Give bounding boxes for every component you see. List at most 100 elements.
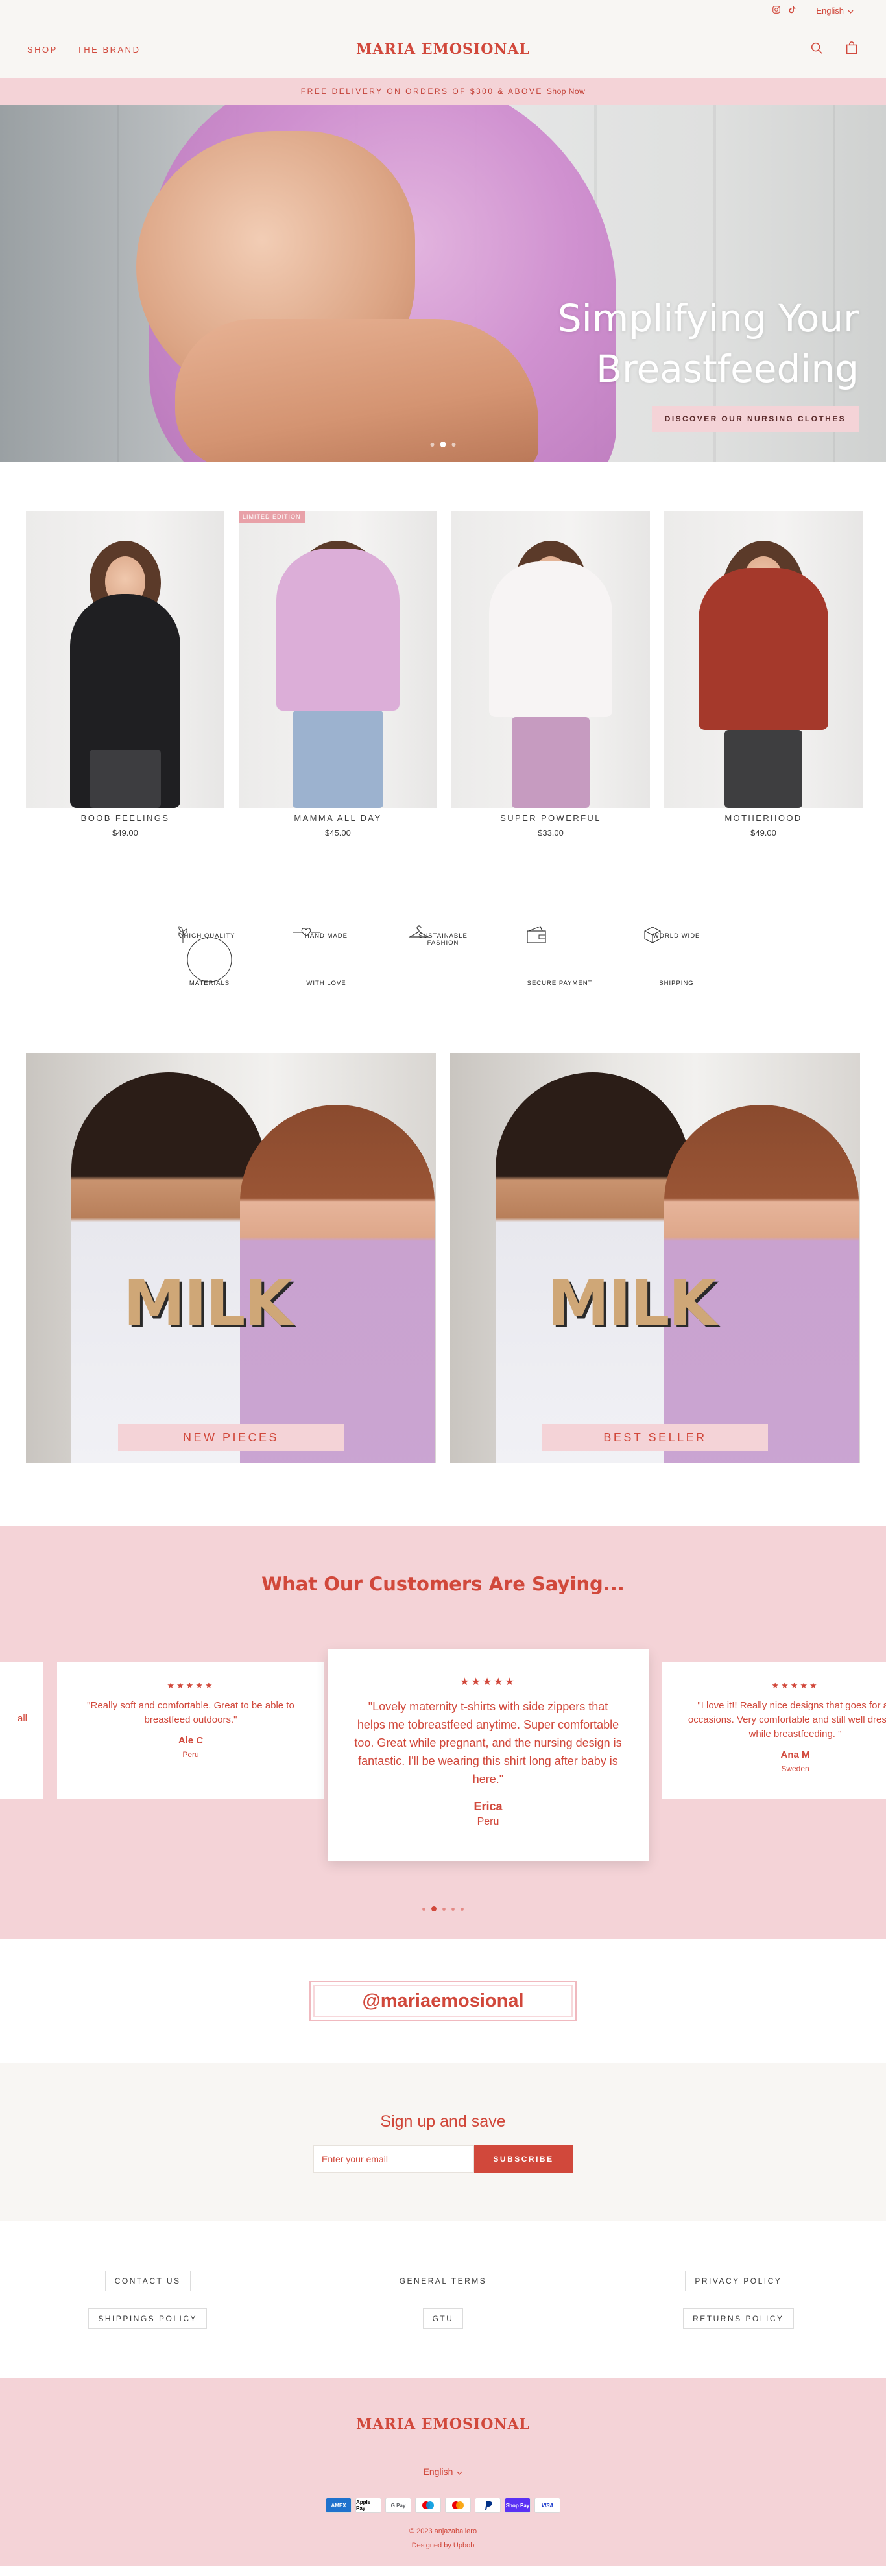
collection-new-pieces[interactable]: MILK NEW PIECES — [26, 1053, 436, 1463]
product-image[interactable] — [26, 511, 224, 808]
testimonials-heading: What Our Customers Are Saying... — [261, 1573, 625, 1595]
collection-button-new-pieces[interactable]: NEW PIECES — [118, 1424, 344, 1451]
feature-world-wide-shipping: WORLD WIDE SHIPPING — [641, 925, 712, 995]
product-title[interactable]: MAMMA ALL DAY — [239, 813, 437, 823]
feature-bottom-text: SECURE PAYMENT — [527, 980, 593, 987]
announcement-text: FREE DELIVERY ON ORDERS OF $300 & ABOVE — [300, 87, 543, 96]
hero-copy: Simplifying Your Breastfeeding DISCOVER … — [558, 293, 859, 432]
footer-link-shippings-policy[interactable]: SHIPPINGS POLICY — [88, 2308, 208, 2329]
product-card[interactable]: LIMITED EDITION MAMMA ALL DAY $45.00 — [239, 511, 437, 838]
utility-bar: English — [0, 0, 886, 21]
nav-shop[interactable]: SHOP — [27, 45, 58, 54]
footer-link-privacy-policy[interactable]: PRIVACY POLICY — [685, 2271, 792, 2291]
slider-dot-active[interactable] — [440, 442, 446, 447]
site-logo[interactable]: MARIA EMOSIONAL — [356, 41, 530, 58]
subscribe-button[interactable]: SUBSCRIBE — [474, 2145, 573, 2173]
footer-link-returns-policy[interactable]: RETURNS POLICY — [683, 2308, 794, 2329]
footer-link-gtu[interactable]: GTU — [422, 2308, 464, 2329]
instagram-icon[interactable] — [772, 5, 781, 16]
apple-pay-icon: Apple Pay — [355, 2498, 381, 2513]
rating-stars: ★★★★★ — [771, 1681, 819, 1690]
designed-by-text[interactable]: Designed by Upbob — [412, 2542, 475, 2549]
testimonial-card: ★★★★★ "Really soft and comfortable. Grea… — [57, 1662, 324, 1799]
social-links — [772, 5, 796, 16]
rating-stars: ★★★★★ — [460, 1677, 516, 1688]
testimonial-name: Ana M — [780, 1749, 810, 1760]
feature-bottom-text: MATERIALS — [189, 980, 230, 987]
hero-cta-button[interactable]: DISCOVER OUR NURSING CLOTHES — [651, 406, 859, 432]
product-price: $49.00 — [750, 828, 776, 838]
product-price: $45.00 — [325, 828, 351, 838]
hero-title-line2: Breastfeeding — [596, 347, 859, 391]
tiktok-icon[interactable] — [787, 5, 796, 16]
product-title[interactable]: MOTHERHOOD — [664, 813, 863, 823]
collection-button-best-seller[interactable]: BEST SELLER — [542, 1424, 768, 1451]
product-title[interactable]: SUPER POWERFUL — [451, 813, 650, 823]
footer-link-contact-us[interactable]: CONTACT US — [104, 2271, 191, 2291]
feature-sustainable: SUSTAINABLE FASHION — [408, 925, 478, 995]
product-card[interactable]: SUPER POWERFUL $33.00 — [451, 511, 650, 838]
testimonial-quote-fragment: all — [17, 1713, 27, 1724]
mastercard-icon — [445, 2498, 471, 2513]
announcement-link[interactable]: Shop Now — [547, 87, 585, 96]
product-card[interactable]: MOTHERHOOD $49.00 — [664, 511, 863, 838]
testimonial-name: Ale C — [178, 1735, 204, 1746]
testimonial-card-partial: all — [0, 1662, 43, 1799]
carousel-dot[interactable] — [442, 1907, 446, 1911]
testimonial-name: Erica — [473, 1800, 503, 1813]
product-model-leggings — [512, 717, 590, 808]
chevron-down-icon — [457, 2466, 462, 2477]
testimonial-dots — [422, 1906, 464, 1911]
testimonials-section: What Our Customers Are Saying... all ★★★… — [0, 1526, 886, 1939]
testimonial-location: Peru — [182, 1750, 199, 1759]
carousel-dot[interactable] — [461, 1907, 464, 1911]
footer-link-general-terms[interactable]: GENERAL TERMS — [389, 2271, 497, 2291]
announcement-bar: FREE DELIVERY ON ORDERS OF $300 & ABOVE … — [0, 78, 886, 105]
product-card[interactable]: BOOB FEELINGS $49.00 — [26, 511, 224, 838]
feature-high-quality: HIGH QUALITY MATERIALS — [174, 925, 245, 995]
main-nav: SHOP THE BRAND — [27, 45, 140, 54]
site-header: SHOP THE BRAND MARIA EMOSIONAL — [0, 21, 886, 78]
slider-dot[interactable] — [430, 442, 435, 447]
product-model-shorts — [724, 730, 802, 808]
product-title[interactable]: BOOB FEELINGS — [26, 813, 224, 823]
newsletter-title: Sign up and save — [380, 2112, 506, 2131]
shop-pay-icon: Shop Pay — [505, 2498, 531, 2513]
product-model-shorts — [90, 750, 161, 808]
testimonials-carousel[interactable]: all ★★★★★ "Really soft and comfortable. … — [0, 1649, 886, 1863]
product-price: $33.00 — [538, 828, 564, 838]
testimonial-quote: "I love it!! Really nice designs that go… — [688, 1700, 886, 1740]
language-label: English — [423, 2466, 453, 2477]
product-model-shirt — [489, 561, 612, 717]
slider-dot[interactable] — [451, 442, 456, 447]
search-icon[interactable] — [809, 41, 824, 58]
hero-image-arm — [175, 319, 538, 462]
language-label: English — [816, 5, 844, 16]
footer-language-selector[interactable]: English — [424, 2466, 463, 2477]
testimonial-card-featured: ★★★★★ "Lovely maternity t-shirts with si… — [328, 1649, 649, 1861]
product-image[interactable] — [664, 511, 863, 808]
maestro-icon — [415, 2498, 441, 2513]
testimonial-quote: "Lovely maternity t-shirts with side zip… — [354, 1700, 622, 1786]
hero-slider-dots — [430, 442, 456, 447]
header-icons — [809, 41, 859, 58]
nav-the-brand[interactable]: THE BRAND — [77, 45, 141, 54]
hero-banner: Simplifying Your Breastfeeding DISCOVER … — [0, 105, 886, 462]
collection-best-seller[interactable]: MILK BEST SELLER — [450, 1053, 860, 1463]
cart-icon[interactable] — [844, 41, 859, 58]
instagram-handle[interactable]: @mariaemosional — [309, 1981, 577, 2021]
product-image[interactable]: LIMITED EDITION — [239, 511, 437, 808]
hero-title-line1: Simplifying Your — [557, 296, 859, 340]
footer-logo[interactable]: MARIA EMOSIONAL — [356, 2416, 530, 2433]
product-model-jeans — [293, 711, 383, 808]
language-selector[interactable]: English — [816, 6, 854, 16]
email-field[interactable] — [313, 2145, 474, 2173]
product-model-shirt — [276, 549, 400, 711]
rating-stars: ★★★★★ — [167, 1681, 215, 1690]
product-image[interactable] — [451, 511, 650, 808]
carousel-dot[interactable] — [422, 1907, 425, 1911]
feature-bottom-text: SHIPPING — [659, 980, 694, 987]
carousel-dot-active[interactable] — [431, 1906, 437, 1911]
feature-secure-payment: SECURE PAYMENT — [525, 925, 595, 995]
carousel-dot[interactable] — [451, 1907, 455, 1911]
